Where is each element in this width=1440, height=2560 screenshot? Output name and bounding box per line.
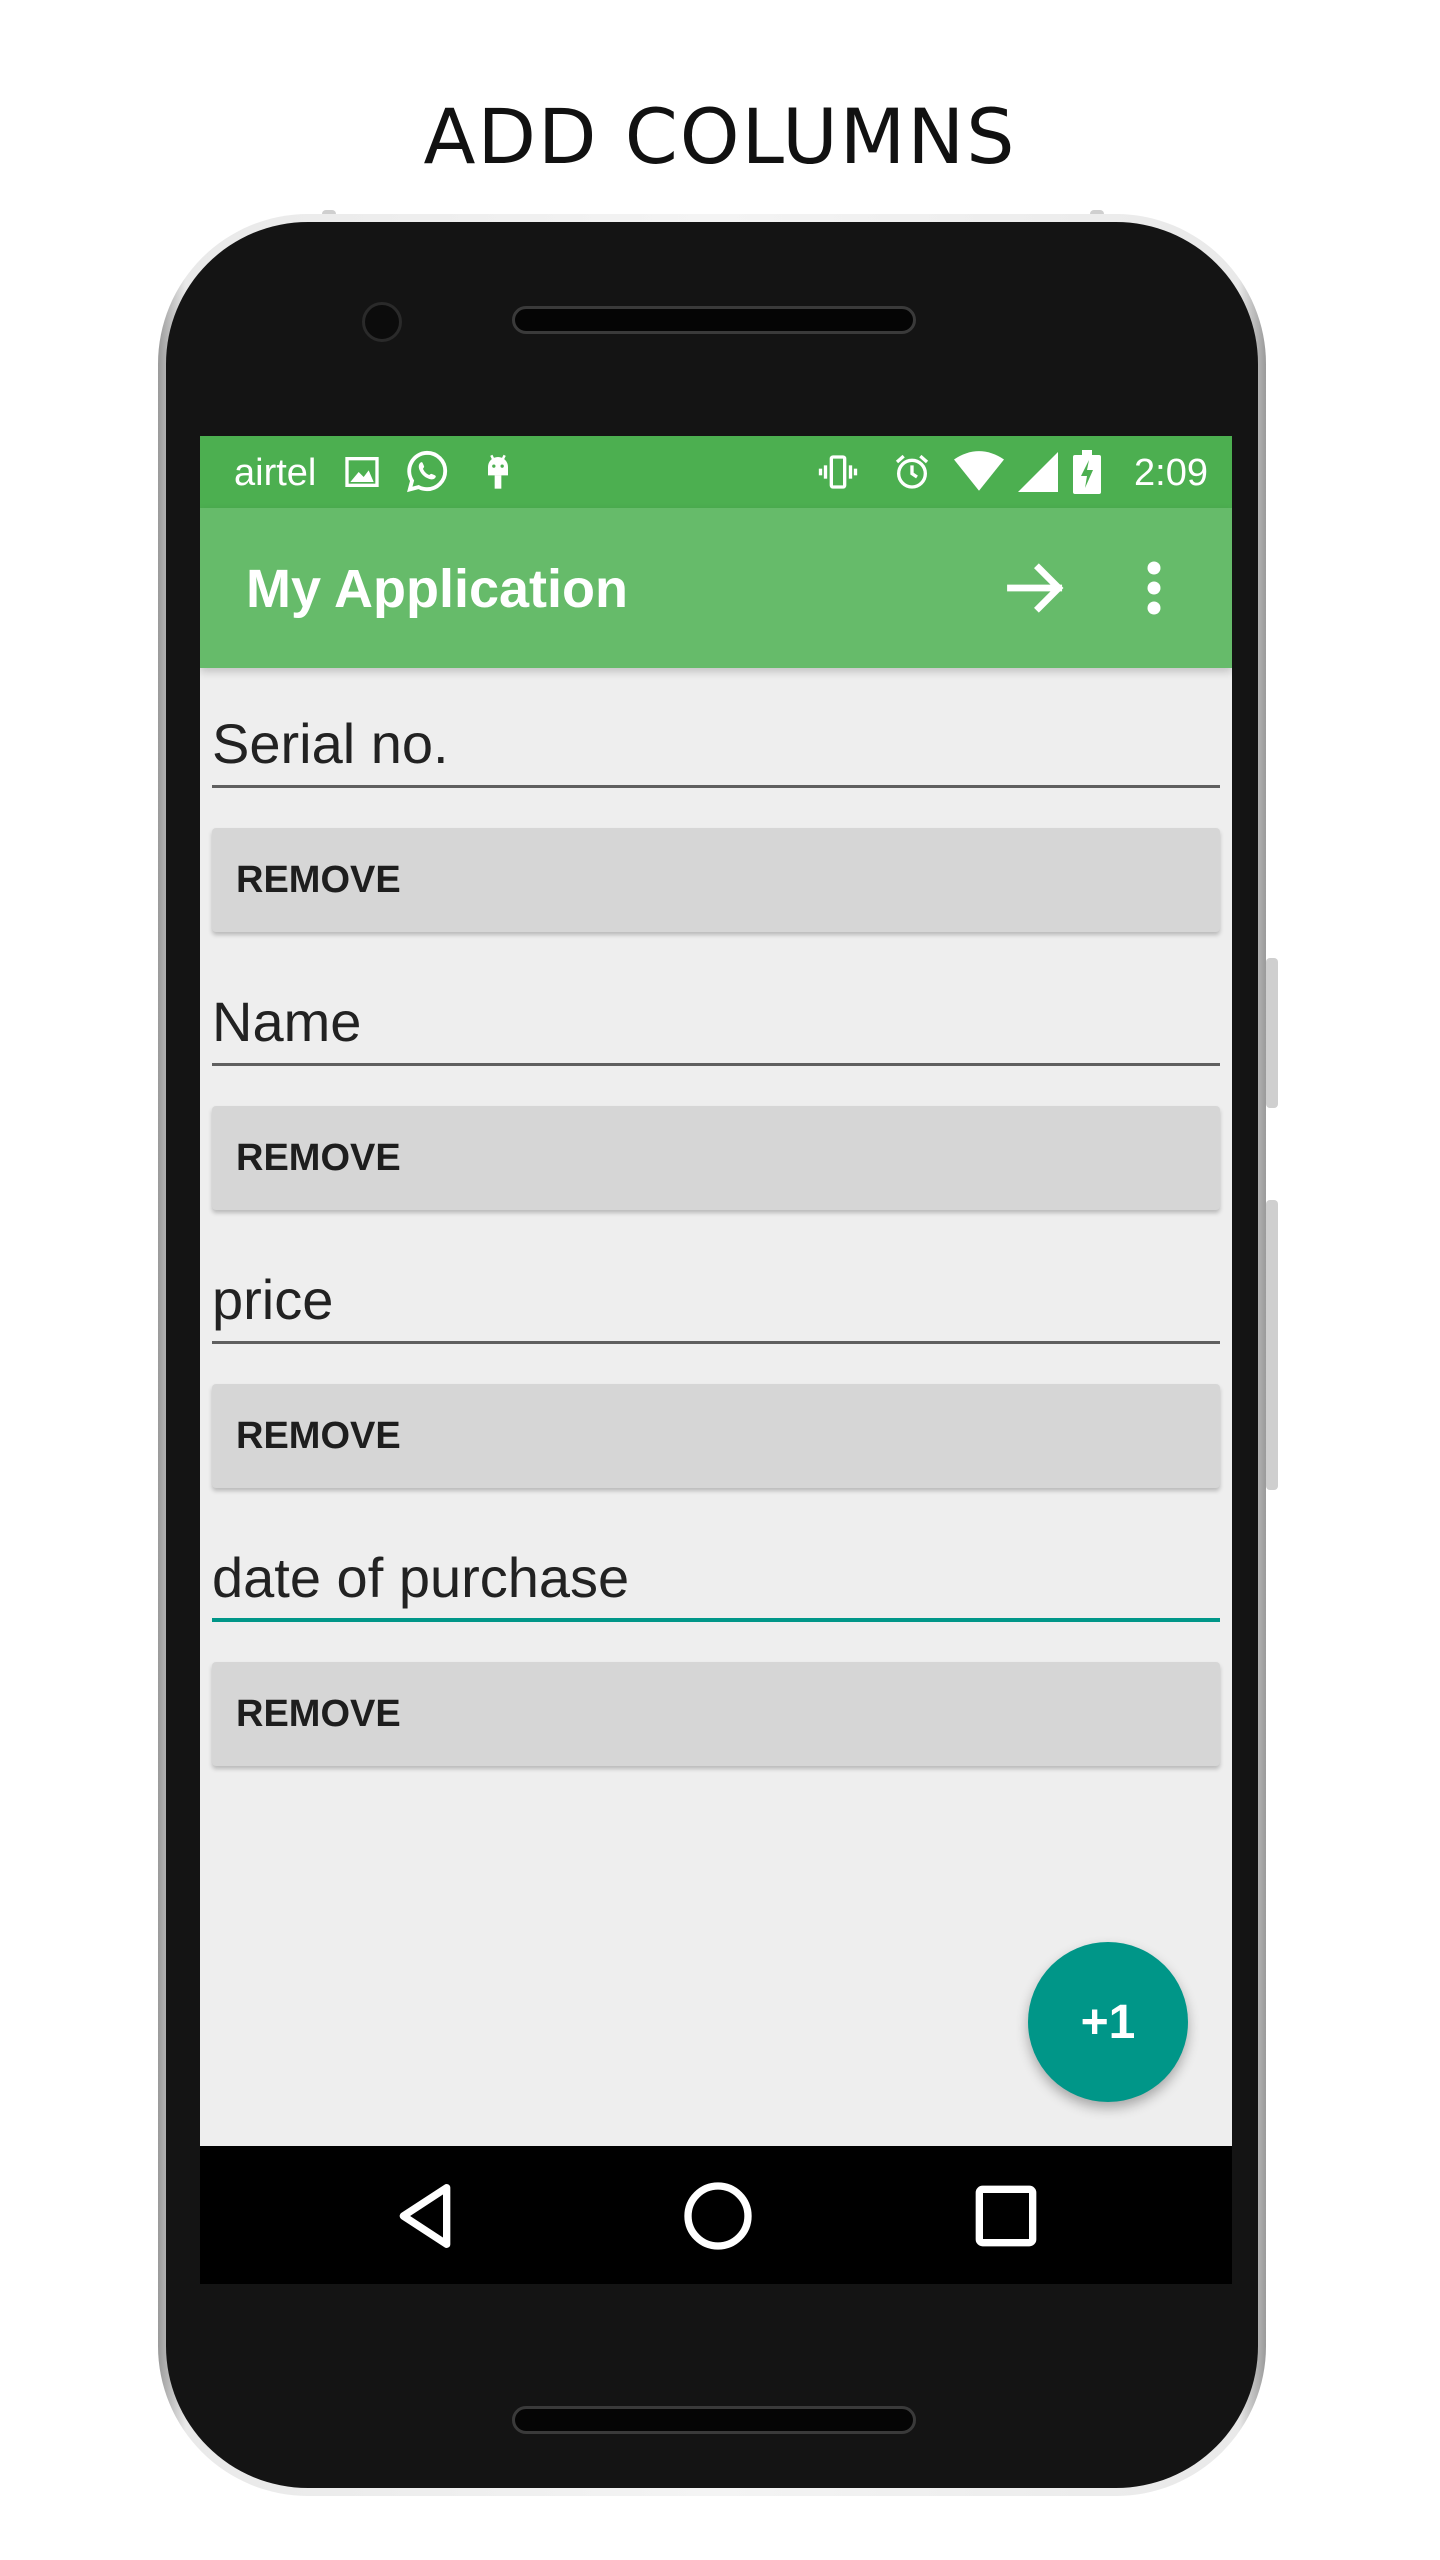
remove-column-button[interactable]: REMOVE (212, 828, 1220, 932)
clock-time: 2:09 (1134, 452, 1208, 494)
recents-icon[interactable] (966, 2176, 1046, 2256)
overflow-menu-icon[interactable] (1142, 558, 1166, 618)
alarm-icon (895, 454, 929, 489)
app-title: My Application (246, 559, 629, 619)
back-icon[interactable] (390, 2176, 470, 2256)
whatsapp-icon (407, 450, 448, 493)
remove-column-button[interactable]: REMOVE (212, 1384, 1220, 1488)
column-name-input[interactable] (212, 986, 1220, 1066)
app-bar: My Application (200, 508, 1232, 668)
phone-volume-button (1266, 958, 1278, 1108)
column-name-input[interactable] (212, 1264, 1220, 1344)
add-column-fab[interactable]: +1 (1028, 1942, 1188, 2102)
phone-screen: airtel 2:09 My Application Serial no. RE… (200, 436, 1232, 2284)
page-heading: ADD COLUMNS (423, 92, 1017, 181)
arrow-forward-icon[interactable] (1002, 554, 1070, 622)
remove-column-button[interactable]: REMOVE (212, 1662, 1220, 1766)
image-notification-icon (345, 457, 379, 487)
status-bar: airtel 2:09 (200, 436, 1232, 508)
front-camera (362, 302, 402, 342)
battery-charging-icon (1073, 450, 1101, 494)
home-icon[interactable] (678, 2176, 758, 2256)
navigation-bar (200, 2146, 1232, 2284)
remove-column-button[interactable]: REMOVE (212, 1106, 1220, 1210)
phone-bottom-speaker (512, 2406, 916, 2434)
column-name-input[interactable] (212, 708, 1220, 788)
phone-power-button (1266, 1200, 1278, 1490)
android-debug-icon (488, 454, 508, 489)
column-name-input[interactable] (212, 1542, 1220, 1622)
signal-icon (1018, 452, 1058, 492)
phone-top-speaker (512, 306, 916, 334)
carrier-name: airtel (234, 452, 317, 494)
vibrate-icon (818, 455, 858, 489)
wifi-icon (954, 451, 1004, 491)
